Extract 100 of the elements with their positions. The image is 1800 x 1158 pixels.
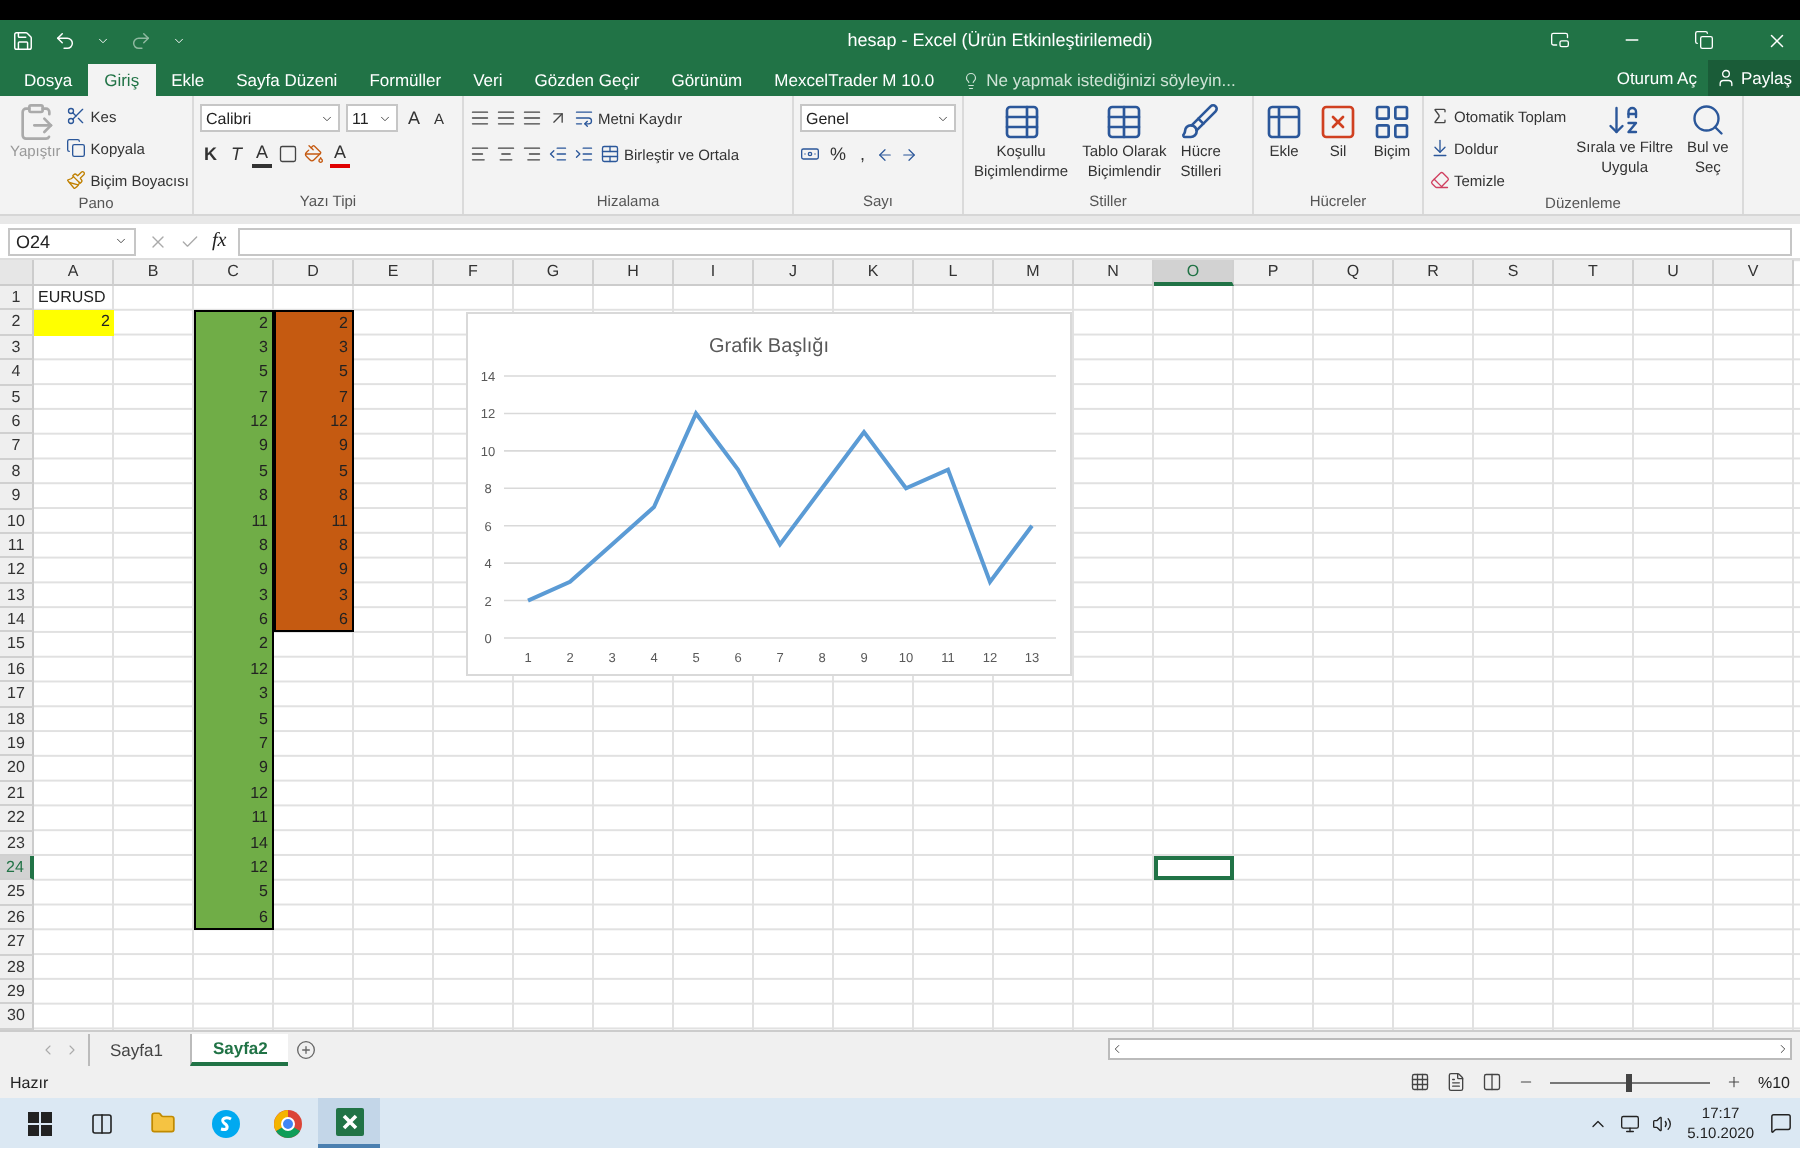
column-header[interactable]: N [1074,260,1154,286]
ribbon-tab[interactable]: Giriş [88,64,156,96]
row-header[interactable]: 22 [0,806,34,832]
spreadsheet-app-button[interactable] [318,1098,380,1148]
column-header[interactable]: P [1234,260,1314,286]
column-header[interactable]: K [834,260,914,286]
row-header[interactable]: 9 [0,484,34,510]
row-header[interactable]: 10 [0,509,34,534]
row-header[interactable]: 15 [0,632,34,658]
row-header[interactable]: 29 [0,979,34,1005]
ribbon-tab[interactable]: Sayfa Düzeni [220,64,354,96]
column-header[interactable]: S [1474,260,1554,286]
table-cell: 12 [194,781,274,807]
sheet-tab[interactable]: Sayfa2 [190,1033,288,1065]
browser-icon [273,1109,301,1137]
column-header[interactable]: O [1154,260,1234,286]
row-header[interactable]: 11 [0,533,34,559]
row-header[interactable]: 14 [0,608,34,633]
table-cell: 3 [194,335,274,361]
column-header[interactable]: E [354,260,434,286]
ribbon-tab[interactable]: Veri [457,64,519,96]
table-cell: 5 [194,459,274,485]
row-header[interactable]: 17 [0,682,34,708]
selected-cell[interactable] [1154,855,1234,881]
row-header[interactable]: 6 [0,409,34,435]
name-box[interactable]: O24 [8,227,136,255]
row-header[interactable]: 12 [0,558,34,584]
ribbon-tab[interactable]: Dosya [8,64,89,96]
underline-button[interactable]: A [252,141,273,167]
column-header[interactable]: U [1634,260,1714,286]
ribbon-tab[interactable]: Görünüm [655,64,759,96]
table-cell: 9 [274,558,354,584]
insert-function-button[interactable]: fx [212,230,227,252]
row-header[interactable]: 3 [0,335,34,361]
row-header[interactable]: 5 [0,385,34,410]
row-header[interactable]: 1 [0,286,34,311]
font-name-field[interactable]: Calibri [200,104,340,132]
row-header[interactable]: 25 [0,880,34,906]
horizontal-scrollbar[interactable] [1108,1038,1792,1060]
ribbon-tab[interactable]: Gözden Geçir [518,64,656,96]
column-header[interactable]: D [274,260,354,286]
row-header[interactable]: 23 [0,831,34,856]
zoom-thumb[interactable] [1626,1073,1633,1091]
row-header[interactable]: 8 [0,459,34,485]
table-cell: 7 [194,732,274,757]
column-header[interactable]: V [1714,260,1794,286]
formula-field[interactable] [238,227,1792,255]
tell-me-field[interactable]: Ne yapmak istediğinizi söyleyin... [986,70,1236,90]
caret-icon [936,111,950,125]
row-header[interactable]: 16 [0,657,34,683]
row-header[interactable]: 4 [0,360,34,386]
row-header[interactable]: 30 [0,1004,34,1030]
column-header[interactable]: I [674,260,754,286]
volume-icon [1651,1113,1672,1133]
italic-button[interactable]: T [227,143,246,165]
row-header[interactable]: 26 [0,905,34,931]
percent-button[interactable]: % [826,143,851,165]
row-header[interactable]: 13 [0,583,34,609]
font-color-button[interactable]: A [330,141,351,167]
share-button[interactable]: Paylaş [1708,60,1800,96]
column-header[interactable]: R [1394,260,1474,286]
table-cell: 3 [274,335,354,361]
number-format-field[interactable]: Genel [800,104,956,132]
customize-icon [172,33,186,47]
table-cell: 9 [274,434,354,460]
column-header[interactable]: T [1554,260,1634,286]
column-header[interactable]: F [434,260,514,286]
row-header[interactable]: 28 [0,955,34,980]
ribbon-tab[interactable]: MexcelTrader M 10.0 [758,64,951,96]
column-header[interactable]: G [514,260,594,286]
column-header[interactable]: B [114,260,194,286]
paintbrush-icon [66,170,87,190]
undo-icon [54,29,76,51]
column-header[interactable]: M [994,260,1074,286]
column-header[interactable]: L [914,260,994,286]
row-header[interactable]: 21 [0,781,34,807]
column-header[interactable]: A [34,260,114,286]
column-header[interactable]: Q [1314,260,1394,286]
row-header[interactable]: 7 [0,434,34,460]
bold-button[interactable]: K [200,143,221,165]
ribbon-tab[interactable]: Ekle [155,64,221,96]
row-header[interactable]: 27 [0,930,34,956]
font-size-field[interactable]: 11 [346,104,398,132]
down-arrow-icon [1430,138,1450,158]
row-header[interactable]: 19 [0,732,34,757]
row-header[interactable]: 24 [0,855,34,881]
row-header[interactable]: 2 [0,310,34,336]
sort-icon [1606,102,1643,138]
table-cell: 5 [274,360,354,386]
ribbon-tab[interactable]: Formüller [353,64,458,96]
caret-icon [378,111,392,125]
row-header[interactable]: 18 [0,707,34,733]
column-header[interactable]: C [194,260,274,286]
align-right-icon [522,144,542,164]
sign-in-link[interactable]: Oturum Aç [1604,68,1709,88]
comma-button[interactable]: , [856,143,870,165]
grow-font-button[interactable]: A [404,107,425,129]
column-header[interactable]: J [754,260,834,286]
row-header[interactable]: 20 [0,756,34,782]
column-header[interactable]: H [594,260,674,286]
